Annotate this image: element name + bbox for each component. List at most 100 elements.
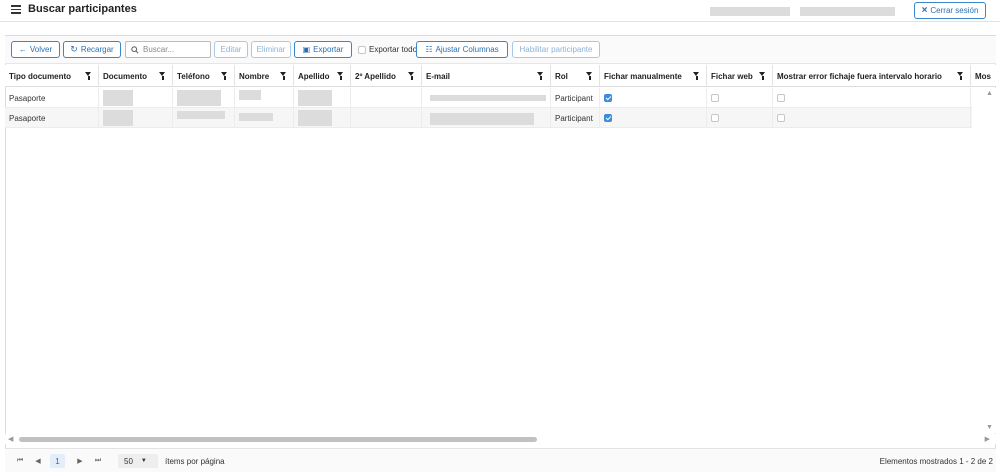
vertical-scrollbar[interactable]: ▲ ▼: [972, 88, 996, 433]
column-header-mos[interactable]: Mos: [971, 65, 996, 86]
scroll-down-icon[interactable]: ▼: [986, 424, 993, 431]
cell-fichar-web: [707, 108, 773, 128]
search-icon: [131, 45, 139, 54]
per-page-label: ítems por página: [165, 457, 225, 466]
filter-icon[interactable]: [957, 72, 964, 80]
fichar-web-checkbox[interactable]: [711, 94, 719, 102]
search-input[interactable]: [143, 45, 203, 54]
cell-telefono: [173, 88, 235, 108]
fichar-manualmente-checkbox[interactable]: [604, 114, 612, 122]
table-row[interactable]: Pasaporte Participant: [5, 108, 972, 128]
redacted-value: [298, 110, 332, 126]
adjust-columns-button[interactable]: ☷ Ajustar Columnas: [416, 41, 508, 58]
column-header-fichar-manualmente[interactable]: Fichar manualmente: [600, 65, 707, 86]
column-header-tipo-documento[interactable]: Tipo documento: [5, 65, 99, 86]
enable-participant-button[interactable]: Habilitar participante: [512, 41, 600, 58]
filter-icon[interactable]: [337, 72, 344, 80]
grid-toolbar: ← Volver ↻ Recargar Editar Eliminar ▣ Ex…: [5, 36, 996, 64]
filter-icon[interactable]: [693, 72, 700, 80]
export-all-checkbox[interactable]: [358, 45, 366, 54]
edit-button[interactable]: Editar: [214, 41, 248, 58]
filter-icon[interactable]: [159, 72, 166, 80]
reload-button[interactable]: ↻ Recargar: [63, 41, 121, 58]
filter-icon[interactable]: [85, 72, 92, 80]
export-all-option[interactable]: Exportar todo: [358, 45, 417, 54]
delete-button[interactable]: Eliminar: [251, 41, 291, 58]
cell-mostrar-error: [773, 88, 971, 108]
search-box[interactable]: [125, 41, 211, 58]
pagination-bar: ⏮ ◀ 1 ▶ ⏭ 50 ▼ ítems por página Elemento…: [5, 448, 996, 472]
column-header-apellido2[interactable]: 2º Apellido: [351, 65, 422, 86]
cell-email: [422, 88, 551, 108]
cell-nombre: [235, 108, 294, 128]
last-page-icon[interactable]: ⏭: [93, 454, 103, 468]
user-info-redacted: [800, 7, 895, 16]
filter-icon[interactable]: [759, 72, 766, 80]
column-header-nombre[interactable]: Nombre: [235, 65, 294, 86]
cell-apellido2: [351, 88, 422, 108]
columns-icon: ☷: [425, 45, 433, 54]
prev-page-icon[interactable]: ◀: [33, 454, 43, 468]
column-header-email[interactable]: E-mail: [422, 65, 551, 86]
column-header-fichar-web[interactable]: Fichar web: [707, 65, 773, 86]
grid-body: Pasaporte Participant Pasaporte Particip…: [5, 88, 972, 433]
scroll-up-icon[interactable]: ▲: [986, 90, 993, 97]
filter-icon[interactable]: [280, 72, 287, 80]
fichar-web-checkbox[interactable]: [711, 114, 719, 122]
fichar-manualmente-checkbox[interactable]: [604, 94, 612, 102]
next-page-icon[interactable]: ▶: [75, 454, 85, 468]
column-header-telefono[interactable]: Teléfono: [173, 65, 235, 86]
column-header-rol[interactable]: Rol: [551, 65, 600, 86]
refresh-icon: ↻: [70, 44, 78, 54]
filter-icon[interactable]: [221, 72, 228, 80]
mostrar-error-checkbox[interactable]: [777, 94, 785, 102]
scroll-left-icon[interactable]: ◀: [8, 435, 13, 443]
filter-icon[interactable]: [586, 72, 593, 80]
scroll-right-icon[interactable]: ▶: [985, 435, 990, 443]
table-row[interactable]: Pasaporte Participant: [5, 88, 972, 108]
cell-mostrar-error: [773, 108, 971, 128]
arrow-left-icon: ←: [18, 45, 27, 54]
first-page-icon[interactable]: ⏮: [15, 454, 25, 468]
export-button[interactable]: ▣ Exportar: [294, 41, 352, 58]
user-info-redacted: [710, 7, 790, 16]
chevron-down-icon: ▼: [140, 458, 147, 464]
cell-tipo-documento: Pasaporte: [5, 108, 99, 128]
cell-apellido: [294, 88, 351, 108]
filter-icon[interactable]: [537, 72, 544, 80]
cell-documento: [99, 108, 173, 128]
cell-fichar-manualmente: [600, 88, 707, 108]
redacted-value: [430, 95, 546, 101]
logout-label: Cerrar sesión: [930, 6, 979, 15]
column-header-documento[interactable]: Documento: [99, 65, 173, 86]
back-button[interactable]: ← Volver: [11, 41, 60, 58]
items-count-label: Elementos mostrados 1 - 2 de 2: [879, 457, 993, 466]
redacted-value: [430, 113, 534, 125]
column-header-mostrar-error[interactable]: Mostrar error fichaje fuera intervalo ho…: [773, 65, 971, 86]
cell-fichar-web: [707, 88, 773, 108]
redacted-value: [239, 90, 261, 100]
column-header-apellido[interactable]: Apellido: [294, 65, 351, 86]
cell-telefono: [173, 108, 235, 128]
app-header: Buscar participantes × Cerrar sesión: [0, 0, 1000, 22]
export-file-icon: ▣: [302, 45, 311, 54]
cell-email: [422, 108, 551, 128]
page-title: Buscar participantes: [28, 3, 137, 15]
page-number-current[interactable]: 1: [50, 454, 65, 468]
mostrar-error-checkbox[interactable]: [777, 114, 785, 122]
cell-apellido: [294, 108, 351, 128]
logout-button[interactable]: × Cerrar sesión: [914, 2, 986, 19]
cell-nombre: [235, 88, 294, 108]
cell-rol: Participant: [551, 88, 600, 108]
page-size-select[interactable]: 50 ▼: [118, 454, 158, 468]
hamburger-menu-icon[interactable]: [11, 5, 21, 15]
close-icon: ×: [921, 5, 928, 16]
filter-icon[interactable]: [408, 72, 415, 80]
redacted-value: [103, 90, 133, 106]
horizontal-scrollbar[interactable]: ◀ ▶: [5, 434, 996, 444]
cell-apellido2: [351, 108, 422, 128]
redacted-value: [177, 111, 225, 119]
scrollbar-thumb[interactable]: [19, 437, 537, 442]
cell-fichar-manualmente: [600, 108, 707, 128]
cell-tipo-documento: Pasaporte: [5, 88, 99, 108]
